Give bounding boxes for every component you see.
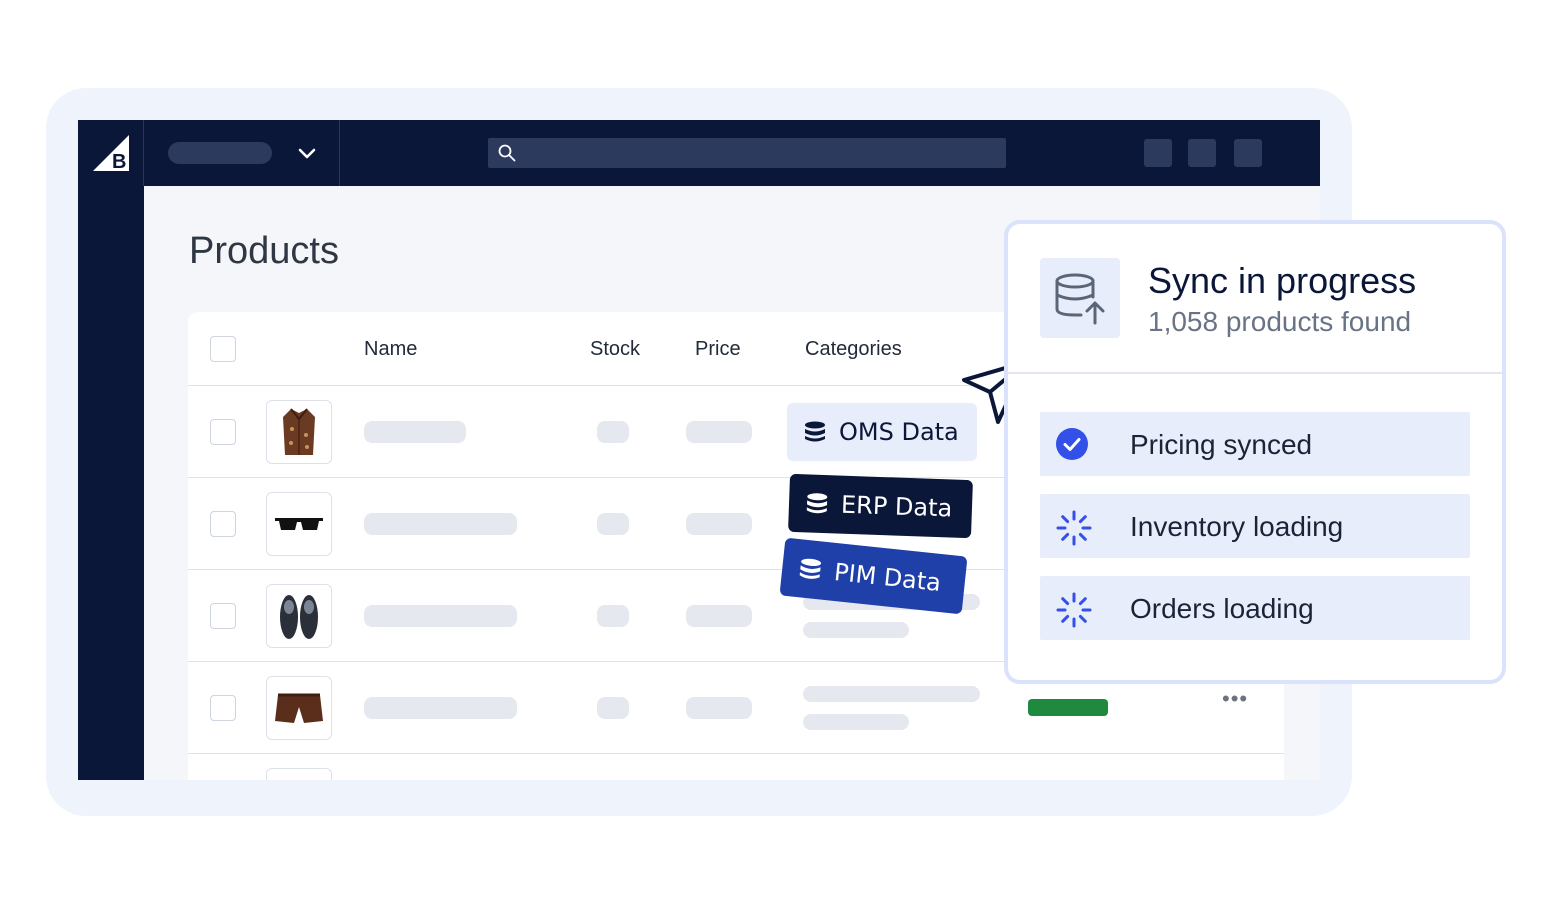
category-placeholder <box>803 622 909 638</box>
sync-progress-card: Sync in progress 1,058 products found Pr… <box>1004 220 1506 684</box>
row-checkbox[interactable] <box>210 511 236 537</box>
price-placeholder <box>686 421 752 443</box>
erp-data-tag[interactable]: ERP Data <box>788 473 973 539</box>
row-checkbox[interactable] <box>210 419 236 445</box>
shoes-icon <box>280 595 318 639</box>
search-input[interactable] <box>488 138 1006 168</box>
name-placeholder <box>364 605 517 627</box>
shirt-icon <box>283 408 315 455</box>
category-placeholder <box>803 714 909 730</box>
logo[interactable]: B <box>78 120 144 186</box>
status-label: Pricing synced <box>1130 429 1313 460</box>
check-circle-icon <box>1056 428 1088 460</box>
toolbar-button-1[interactable] <box>1144 139 1172 167</box>
database-icon <box>806 493 828 514</box>
store-switcher[interactable] <box>144 120 340 186</box>
pim-data-label: PIM Data <box>832 557 943 598</box>
product-thumbnail[interactable] <box>266 768 332 780</box>
status-label: Orders loading <box>1130 593 1314 624</box>
product-thumbnail-sunglasses[interactable] <box>266 492 332 556</box>
stock-placeholder <box>597 697 629 719</box>
database-icon <box>799 558 822 579</box>
column-header-stock[interactable]: Stock <box>590 338 640 361</box>
row-checkbox[interactable] <box>210 603 236 629</box>
category-placeholder <box>803 686 980 702</box>
page-title: Products <box>189 230 339 272</box>
bigcommerce-logo-icon: B <box>92 135 129 171</box>
product-thumbnail-shorts[interactable] <box>266 676 332 740</box>
price-placeholder <box>686 513 752 535</box>
database-upload-icon-box <box>1040 258 1120 338</box>
side-nav <box>78 186 144 780</box>
top-bar: B <box>78 120 1320 186</box>
status-indicator-green <box>1028 699 1108 716</box>
stage: B Products Name Stock Price Categories •… <box>0 0 1546 904</box>
column-header-name[interactable]: Name <box>364 338 417 361</box>
table-row[interactable] <box>188 754 1284 780</box>
toolbar-button-2[interactable] <box>1188 139 1216 167</box>
product-thumbnail-shoes[interactable] <box>266 584 332 648</box>
stock-placeholder <box>597 421 629 443</box>
sync-title: Sync in progress <box>1148 260 1417 301</box>
database-upload-icon <box>1055 273 1105 325</box>
stock-placeholder <box>597 513 629 535</box>
price-placeholder <box>686 697 752 719</box>
row-checkbox[interactable] <box>210 695 236 721</box>
sunglasses-icon <box>275 518 323 530</box>
spinner-icon <box>1056 592 1092 628</box>
more-actions-icon[interactable]: ••• <box>1222 686 1248 712</box>
svg-text:B: B <box>112 151 126 171</box>
status-item-orders: Orders loading <box>1040 576 1470 640</box>
status-label: Inventory loading <box>1130 511 1344 542</box>
column-header-categories[interactable]: Categories <box>805 338 902 361</box>
price-placeholder <box>686 605 752 627</box>
erp-data-label: ERP Data <box>840 490 953 523</box>
stock-placeholder <box>597 605 629 627</box>
name-placeholder <box>364 421 466 443</box>
status-item-pricing: Pricing synced <box>1040 412 1470 476</box>
toolbar-button-3[interactable] <box>1234 139 1262 167</box>
chevron-down-icon[interactable] <box>296 142 318 164</box>
product-thumbnail-shirt[interactable] <box>266 400 332 464</box>
sync-subtitle: 1,058 products found <box>1148 306 1412 337</box>
column-header-price[interactable]: Price <box>695 338 741 361</box>
name-placeholder <box>364 513 517 535</box>
select-all-checkbox[interactable] <box>210 336 236 362</box>
name-placeholder <box>364 697 517 719</box>
oms-data-tag[interactable]: OMS Data <box>787 403 977 461</box>
database-icon <box>805 421 825 442</box>
spinner-icon <box>1056 510 1092 546</box>
store-name-placeholder <box>168 142 272 164</box>
search-icon <box>498 144 516 162</box>
sync-card-header: Sync in progress 1,058 products found <box>1008 224 1502 374</box>
status-item-inventory: Inventory loading <box>1040 494 1470 558</box>
oms-data-label: OMS Data <box>839 418 959 446</box>
shorts-icon <box>275 693 323 723</box>
